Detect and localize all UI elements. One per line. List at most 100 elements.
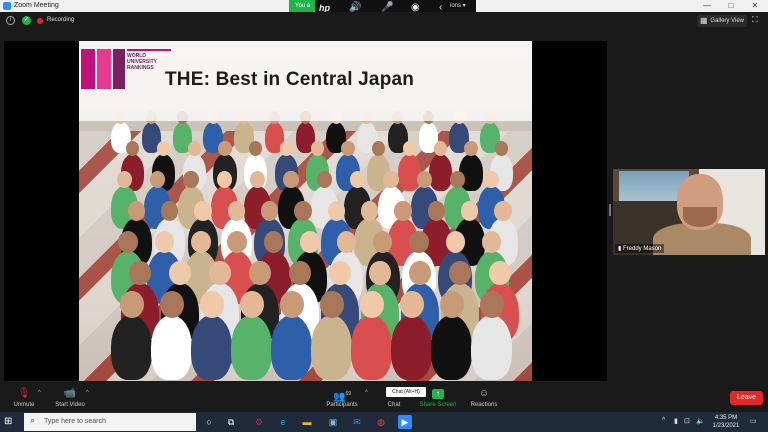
file-explorer-icon[interactable]: ▬	[300, 415, 314, 429]
shield-icon[interactable]: ✓	[22, 16, 31, 25]
chat-tooltip: Chat (Alt+H)	[386, 387, 426, 397]
participants-icon: 👥69	[332, 391, 351, 403]
edge-browser-icon[interactable]: e	[276, 415, 290, 429]
settings-app-icon[interactable]: ⚙	[252, 415, 266, 429]
crowd-person	[111, 314, 153, 380]
crowd-person-head	[283, 171, 299, 189]
video-options-caret-icon[interactable]: ^	[86, 390, 89, 396]
crowd-person-head	[319, 291, 344, 318]
share-screen-label: Share Screen	[419, 402, 457, 408]
participants-button[interactable]: 👥69 Participants	[322, 386, 362, 412]
taskbar-clock[interactable]: 4:35 PM 1/23/2021	[707, 414, 745, 430]
crowd-person-head	[129, 261, 151, 286]
crowd-person-head	[316, 171, 333, 189]
crowd-person-head	[372, 141, 386, 156]
audio-options-caret-icon[interactable]: ^	[38, 390, 41, 396]
crowd-person	[191, 314, 233, 380]
task-view-icon[interactable]: ⧉	[224, 415, 238, 429]
start-video-label: Start Video	[55, 402, 85, 408]
panel-resize-handle[interactable]	[609, 204, 611, 216]
crowd-person-head	[495, 141, 509, 156]
crowd-person-head	[279, 141, 294, 156]
crowd-person-head	[239, 291, 264, 318]
crowd-person-head	[494, 201, 512, 221]
volume-icon[interactable]: 🔈	[696, 417, 705, 425]
reactions-smiley-icon: ☺	[478, 388, 490, 399]
crowd-person-head	[483, 171, 499, 189]
fullscreen-icon[interactable]: ⛶	[752, 15, 758, 25]
crowd-person-head	[359, 291, 384, 318]
crowd-person-head	[409, 261, 431, 286]
cortana-icon[interactable]: ○	[202, 415, 216, 429]
share-options-menu[interactable]: ions ▾	[450, 0, 476, 12]
chat-label: Chat	[387, 402, 401, 408]
crowd-person-head	[427, 201, 445, 221]
crowd-person-head	[360, 201, 379, 221]
crowd-person-head	[199, 291, 224, 318]
sharing-indicator[interactable]: You a	[289, 0, 315, 12]
crowd-person-head	[479, 291, 504, 318]
leave-button[interactable]: Leave	[730, 391, 763, 405]
info-icon[interactable]: i	[6, 16, 15, 25]
windows-start-icon[interactable]: ⊞	[4, 416, 12, 427]
crowd-person-head	[409, 231, 429, 253]
network-icon[interactable]: ⊡	[684, 417, 690, 425]
start-video-button[interactable]: 📹 Start Video	[50, 386, 90, 412]
mail-app-icon[interactable]: ✉	[350, 415, 364, 429]
minimize-button[interactable]: —	[696, 0, 718, 12]
crowd-person-head	[118, 231, 138, 253]
maximize-button[interactable]: □	[720, 0, 742, 12]
crowd-person	[311, 314, 353, 380]
tray-chevron-icon[interactable]: ^	[662, 417, 665, 424]
participants-options-caret-icon[interactable]: ^	[365, 390, 368, 396]
crowd-person	[151, 314, 193, 380]
crowd-person-head	[127, 201, 145, 221]
crowd-person-head	[336, 231, 357, 253]
crowd-person	[351, 314, 393, 380]
unmute-label: Unmute	[13, 402, 35, 408]
crowd-person-head	[449, 261, 471, 286]
recording-label[interactable]: Recording	[47, 17, 74, 23]
windows-taskbar: ⊞ ⌕ Type here to search ○ ⧉ ⚙ e ▬ ▣ ✉ ◍ …	[0, 412, 768, 432]
crowd-person-head	[194, 201, 212, 221]
taskbar-search-box[interactable]: ⌕ Type here to search	[24, 413, 196, 431]
crowd-person-head	[159, 291, 184, 318]
participant-video-tile[interactable]: ▮ Freddy Mason	[613, 169, 765, 255]
participant-name: Freddy Mason	[622, 246, 662, 252]
chrome-browser-icon[interactable]: ◍	[374, 415, 388, 429]
meeting-toolbar: 🎙 Unmute ^ 📹 Start Video ^ 👥69 Participa…	[0, 386, 768, 412]
meeting-topbar: i ✓ Recording ▦ Gallery View ⛶	[0, 12, 768, 30]
notifications-icon[interactable]: ▭	[750, 417, 757, 425]
crowd-person	[231, 314, 273, 380]
crowd-person-head	[289, 261, 311, 286]
crowd-person-head	[191, 231, 211, 253]
unmute-button[interactable]: 🎙 Unmute	[8, 386, 40, 412]
reactions-button[interactable]: ☺ Reactions	[468, 386, 500, 412]
crowd-person	[397, 154, 422, 191]
crowd-person-head	[416, 171, 433, 189]
crowd-person-head	[369, 261, 391, 286]
crowd-person-head	[249, 261, 271, 286]
tray-app-icon[interactable]: ▮	[674, 417, 678, 425]
crowd-person-head	[329, 261, 351, 286]
crowd-person-head	[249, 141, 263, 156]
participant-beard	[683, 207, 717, 227]
zoom-taskbar-icon[interactable]: ▶	[398, 415, 412, 429]
crowd-person-head	[394, 201, 412, 221]
gallery-view-button[interactable]: ▦ Gallery View	[697, 15, 747, 27]
recording-dot-icon	[37, 18, 43, 24]
crowd-person-head	[263, 231, 284, 253]
video-off-icon: 📹	[63, 388, 77, 399]
crowd-person-head	[294, 201, 312, 221]
crowd-person-head	[433, 141, 447, 156]
crowd-person-head	[310, 141, 324, 156]
slide-crowd-photo	[99, 111, 519, 381]
signal-bars-icon: ▮	[618, 246, 622, 252]
crowd-person-head	[327, 201, 345, 221]
crowd-person-head	[439, 291, 464, 318]
store-app-icon[interactable]: ▣	[326, 415, 340, 429]
search-icon: ⌕	[30, 415, 36, 425]
close-button[interactable]: ✕	[744, 0, 766, 12]
search-placeholder: Type here to search	[44, 418, 106, 425]
crowd-person-head	[260, 201, 279, 221]
